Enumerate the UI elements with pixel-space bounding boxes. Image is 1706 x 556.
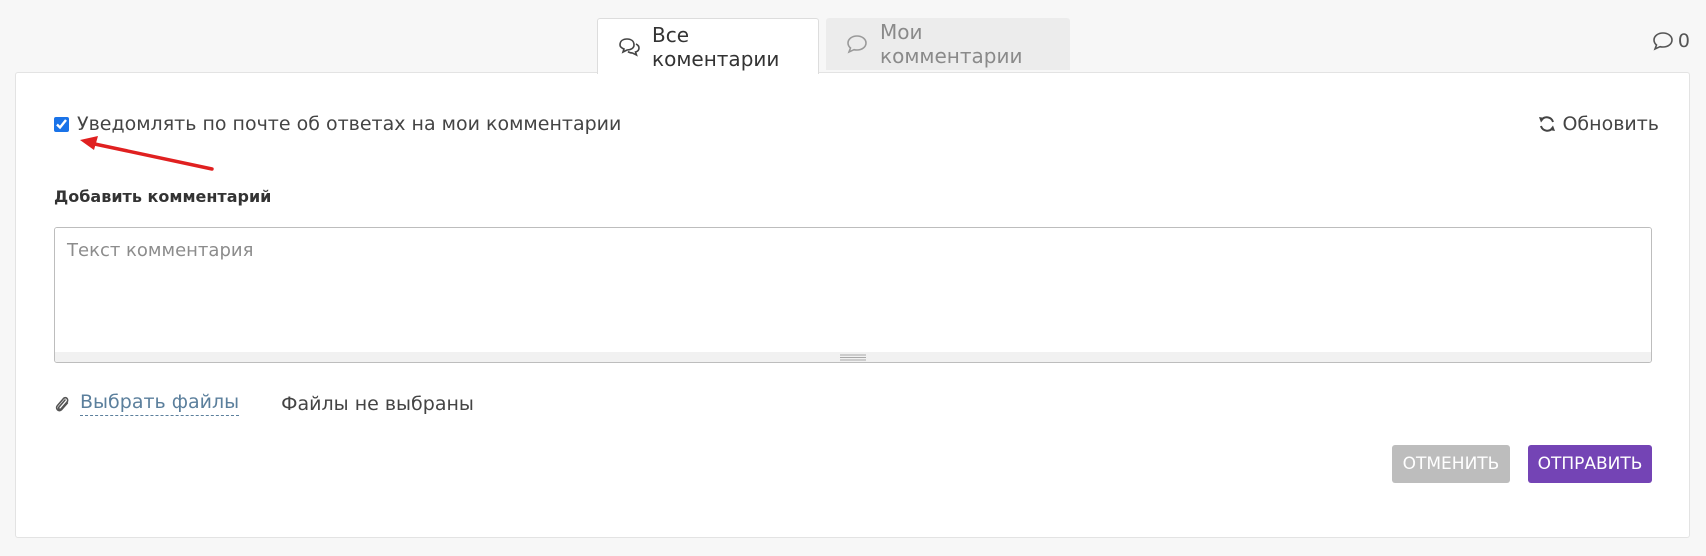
- tab-all-comments[interactable]: Все коментарии: [597, 18, 819, 74]
- email-notify-label: Уведомлять по почте об ответах на мои ко…: [77, 113, 622, 135]
- email-notify-checkbox[interactable]: [54, 116, 69, 132]
- refresh-button[interactable]: Обновить: [1538, 113, 1659, 135]
- comments-page: Все коментарии Мои комментарии 0 Уведомл…: [0, 0, 1706, 556]
- refresh-icon: [1538, 115, 1556, 133]
- cancel-button[interactable]: Отменить: [1392, 445, 1510, 483]
- annotation-arrow: [80, 136, 214, 171]
- choose-files-link[interactable]: Выбрать файлы: [80, 391, 240, 416]
- resize-handle[interactable]: [55, 352, 1651, 362]
- comment-icon: [846, 34, 868, 54]
- grip-icon: [840, 354, 866, 361]
- comments-panel: Уведомлять по почте об ответах на мои ко…: [15, 72, 1690, 538]
- comment-textarea[interactable]: [55, 228, 1651, 338]
- paperclip-icon: [54, 394, 70, 414]
- send-button[interactable]: Отправить: [1528, 445, 1652, 483]
- comment-count-value: 0: [1677, 30, 1690, 52]
- tab-my-comments-label: Мои комментарии: [880, 20, 1023, 68]
- files-status: Файлы не выбраны: [281, 392, 474, 415]
- comment-count: 0: [1652, 30, 1690, 52]
- comment-icon: [1652, 31, 1674, 51]
- tab-my-comments[interactable]: Мои комментарии: [826, 18, 1070, 70]
- file-attachment-row: Выбрать файлы Файлы не выбраны: [54, 391, 474, 416]
- comments-icon: [618, 37, 640, 57]
- tab-all-comments-label: Все коментарии: [652, 22, 780, 71]
- refresh-label: Обновить: [1562, 113, 1659, 135]
- comment-textarea-container: [54, 227, 1652, 363]
- add-comment-heading: Добавить комментарий: [54, 187, 272, 206]
- email-notify-option[interactable]: Уведомлять по почте об ответах на мои ко…: [54, 113, 621, 135]
